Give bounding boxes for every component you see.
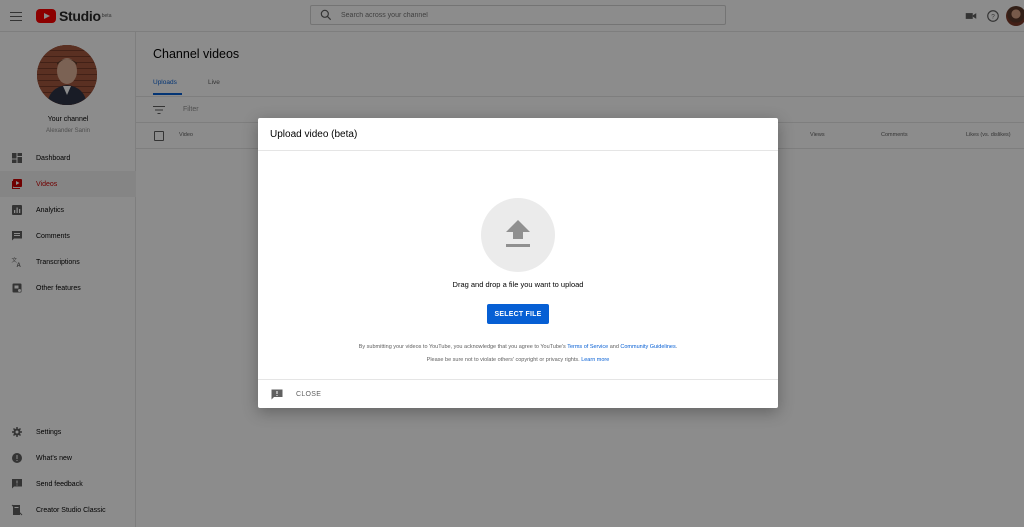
feedback-icon[interactable] — [271, 389, 283, 400]
legal-text: By submitting your videos to YouTube, yo… — [358, 344, 568, 350]
legal-text: and — [608, 344, 621, 350]
divider — [258, 379, 778, 380]
legal-text: Please be sure not to violate others' co… — [426, 357, 582, 363]
close-button[interactable]: CLOSE — [296, 391, 321, 398]
learn-more-link[interactable]: Learn more — [581, 357, 609, 363]
drag-drop-instructions: Drag and drop a file you want to upload — [452, 280, 584, 289]
legal-notice-line-2: Please be sure not to violate others' co… — [258, 357, 778, 363]
divider — [258, 150, 778, 151]
legal-notice-line-1: By submitting your videos to YouTube, yo… — [258, 344, 778, 350]
community-guidelines-link[interactable]: Community Guidelines — [620, 344, 675, 350]
upload-drop-zone[interactable] — [481, 198, 555, 272]
dialog-title: Upload video (beta) — [270, 129, 358, 140]
legal-text: . — [675, 344, 678, 350]
upload-dialog: Upload video (beta) Drag and drop a file… — [258, 118, 778, 408]
select-file-button[interactable]: SELECT FILE — [487, 304, 549, 324]
terms-of-service-link[interactable]: Terms of Service — [567, 344, 608, 350]
upload-arrow-icon — [506, 220, 530, 247]
